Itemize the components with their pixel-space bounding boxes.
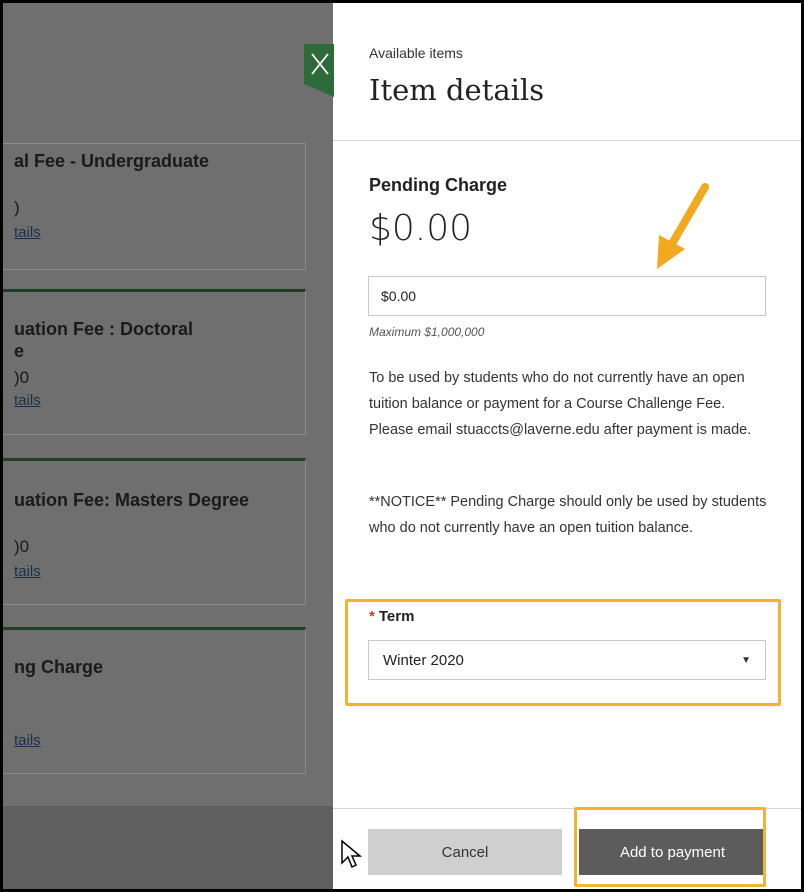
item-description: To be used by students who do not curren… bbox=[369, 370, 752, 438]
amount-input[interactable] bbox=[368, 276, 766, 316]
item-notice: **NOTICE** Pending Charge should only be… bbox=[369, 494, 767, 536]
background-footer bbox=[3, 806, 333, 889]
card-price: ) bbox=[14, 198, 20, 217]
term-label-text: Term bbox=[378, 608, 415, 625]
close-x-icon bbox=[304, 44, 334, 97]
fee-card[interactable]: uation Fee : Doctoral e )0 tails bbox=[3, 289, 306, 435]
card-title: uation Fee: Masters Degree bbox=[14, 490, 250, 510]
view-details-link[interactable]: tails bbox=[14, 732, 41, 749]
card-title: uation Fee : Doctoral bbox=[14, 319, 194, 339]
term-select[interactable]: Winter 2020 ▼ bbox=[368, 640, 766, 680]
view-details-link[interactable]: tails bbox=[14, 392, 41, 409]
card-title-line2: e bbox=[14, 341, 25, 361]
breadcrumb: Available items bbox=[369, 45, 463, 61]
item-name: Pending Charge bbox=[369, 175, 508, 195]
mouse-cursor-icon bbox=[341, 839, 363, 869]
view-details-link[interactable]: tails bbox=[14, 224, 41, 241]
card-title: al Fee - Undergraduate bbox=[14, 151, 210, 171]
panel-title: Item details bbox=[369, 73, 545, 107]
caret-down-icon: ▼ bbox=[741, 654, 751, 666]
view-details-link[interactable]: tails bbox=[14, 563, 41, 580]
cancel-button[interactable]: Cancel bbox=[368, 829, 562, 875]
card-title: ng Charge bbox=[14, 657, 104, 677]
term-label: * Term bbox=[369, 608, 414, 625]
fee-card[interactable]: ng Charge tails bbox=[3, 627, 306, 774]
fee-card[interactable]: al Fee - Undergraduate ) tails bbox=[3, 143, 306, 270]
background-overlay: al Fee - Undergraduate ) tails uation Fe… bbox=[3, 3, 333, 889]
amount-hint: Maximum $1,000,000 bbox=[369, 325, 485, 339]
card-price: )0 bbox=[14, 537, 30, 556]
header-divider bbox=[333, 140, 801, 141]
term-selected-value: Winter 2020 bbox=[383, 651, 464, 669]
item-details-panel: Available items Item details Pending Cha… bbox=[333, 3, 801, 889]
window-frame: al Fee - Undergraduate ) tails uation Fe… bbox=[3, 3, 801, 889]
required-mark: * bbox=[369, 608, 375, 625]
fee-card[interactable]: uation Fee: Masters Degree )0 tails bbox=[3, 458, 306, 605]
add-button-highlight bbox=[574, 807, 766, 887]
annotation-arrow-icon bbox=[657, 183, 709, 269]
card-price: )0 bbox=[14, 368, 30, 387]
close-button[interactable] bbox=[304, 44, 334, 97]
item-amount: $0.00 bbox=[369, 208, 473, 249]
